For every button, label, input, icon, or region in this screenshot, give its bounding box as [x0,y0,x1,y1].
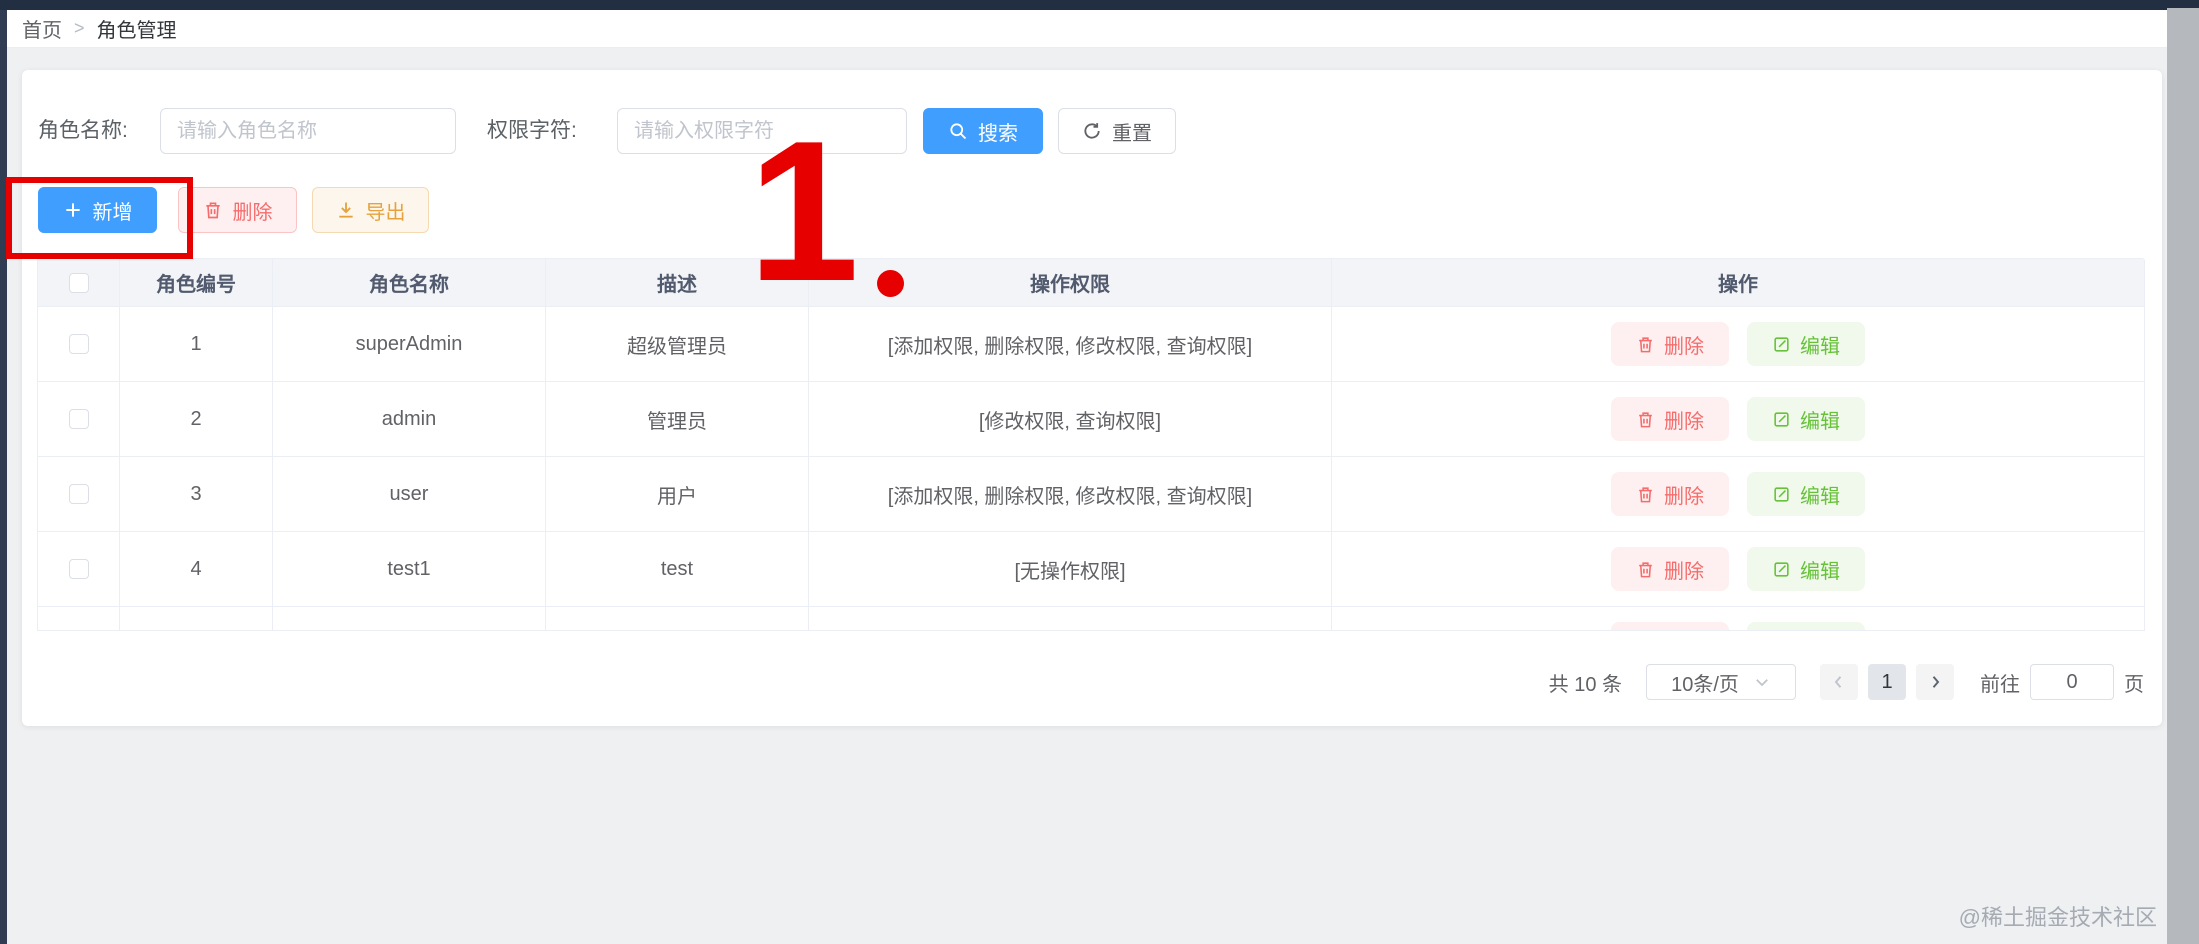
row-delete-button[interactable]: 删除 [1611,472,1729,516]
row-edit-button[interactable]: 编辑 [1747,397,1865,441]
trash-icon [1636,560,1655,579]
batch-delete-button[interactable]: 删除 [178,187,297,233]
cell-role-id: 3 [120,457,273,532]
page-number-1[interactable]: 1 [1868,664,1906,700]
page-unit-label: 页 [2124,673,2144,696]
breadcrumb: 首页 > 角色管理 [7,10,2167,48]
jump-to-page-input[interactable] [2030,664,2114,700]
cell-description: 超级管理员 [546,307,809,382]
watermark: @稀土掘金技术社区 [1958,905,2157,930]
table-row: 1 superAdmin 超级管理员 [添加权限, 删除权限, 修改权限, 查询… [38,307,2144,382]
table-row-partial [38,607,2144,630]
role-name-input[interactable] [160,108,456,154]
refresh-icon [1082,121,1102,141]
cell-permissions: [修改权限, 查询权限] [809,382,1332,457]
jump-to-label: 前往 [1980,673,2020,696]
permission-char-input[interactable] [617,108,907,154]
cell-role-name: test1 [273,532,546,607]
cell-permissions: [添加权限, 删除权限, 修改权限, 查询权限] [809,457,1332,532]
header-role-name: 角色名称 [273,259,546,307]
cell-role-id: 4 [120,532,273,607]
cell-role-name: user [273,457,546,532]
cell-description: 用户 [546,457,809,532]
cell-description: 管理员 [546,382,809,457]
edit-icon [1772,335,1791,354]
cell-role-id: 1 [120,307,273,382]
sidebar-collapsed-edge [0,0,7,944]
chevron-left-icon [1830,673,1848,691]
header-actions: 操作 [1332,259,2144,307]
trash-icon [203,200,223,220]
table-row: 3 user 用户 [添加权限, 删除权限, 修改权限, 查询权限] 删除 编辑 [38,457,2144,532]
cell-role-id: 2 [120,382,273,457]
cell-role-name: admin [273,382,546,457]
top-navy-bar [0,0,2199,10]
row-edit-button[interactable]: 编辑 [1747,547,1865,591]
download-icon [336,200,356,220]
role-name-label: 角色名称: [38,119,128,142]
breadcrumb-home-link[interactable]: 首页 [22,14,62,43]
row-checkbox[interactable] [68,484,89,504]
plus-icon [63,200,83,220]
row-delete-button[interactable] [1611,622,1729,630]
row-edit-button[interactable]: 编辑 [1747,472,1865,516]
role-management-panel: 角色名称: 权限字符: 搜索 重置 新增 [22,70,2162,726]
header-description: 描述 [546,259,809,307]
cell-permissions: [添加权限, 删除权限, 修改权限, 查询权限] [809,307,1332,382]
cell-role-name: superAdmin [273,307,546,382]
edit-icon [1772,560,1791,579]
search-button[interactable]: 搜索 [923,108,1043,154]
edit-icon [1772,485,1791,504]
permission-char-label: 权限字符: [487,119,577,142]
pagination-total: 共 10 条 [1548,673,1622,696]
row-checkbox[interactable] [68,559,89,579]
table-header-row: 角色编号 角色名称 描述 操作权限 操作 [38,259,2144,307]
row-edit-button[interactable]: 编辑 [1747,322,1865,366]
cell-description: test [546,532,809,607]
pagination: 共 10 条 10条/页 1 前往 0 页 [1549,664,2144,700]
page-scrollbar[interactable] [2167,8,2199,944]
row-edit-button[interactable] [1747,622,1865,630]
header-operation-permissions: 操作权限 [809,259,1332,307]
select-all-checkbox[interactable] [68,272,89,293]
chevron-right-icon [1926,673,1944,691]
row-delete-button[interactable]: 删除 [1611,547,1729,591]
header-select-all-cell [38,259,120,307]
edit-icon [1772,410,1791,429]
row-checkbox[interactable] [68,334,89,354]
header-role-id: 角色编号 [120,259,273,307]
trash-icon [1636,335,1655,354]
trash-icon [1636,410,1655,429]
cell-permissions: [无操作权限] [809,532,1332,607]
page-size-select[interactable]: 10条/页 [1646,664,1796,700]
prev-page-button[interactable] [1820,664,1858,700]
chevron-down-icon [1753,673,1771,691]
table-row: 4 test1 test [无操作权限] 删除 编辑 [38,532,2144,607]
row-checkbox[interactable] [68,409,89,429]
row-delete-button[interactable]: 删除 [1611,322,1729,366]
breadcrumb-separator-icon: > [74,18,85,38]
search-icon [948,121,968,141]
trash-icon [1636,485,1655,504]
table-row: 2 admin 管理员 [修改权限, 查询权限] 删除 编辑 [38,382,2144,457]
reset-button[interactable]: 重置 [1058,108,1176,154]
next-page-button[interactable] [1916,664,1954,700]
add-button[interactable]: 新增 [38,187,157,233]
roles-table: 角色编号 角色名称 描述 操作权限 操作 1 superAdmin 超级管理员 … [37,258,2145,631]
export-button[interactable]: 导出 [312,187,429,233]
row-delete-button[interactable]: 删除 [1611,397,1729,441]
breadcrumb-current: 角色管理 [96,20,177,42]
